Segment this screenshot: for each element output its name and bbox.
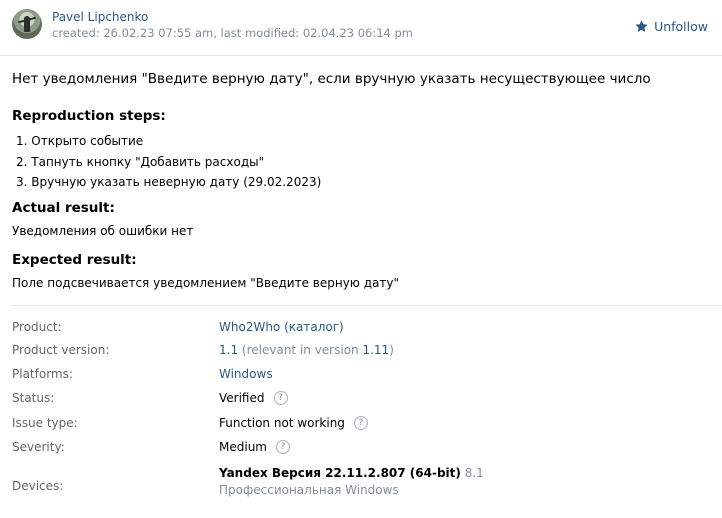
status-label: Status: [12, 391, 55, 405]
version-value: 1.1 (relevant in version 1.11 ) [219, 343, 394, 357]
version-note-prefix: (relevant in version [238, 343, 363, 357]
unfollow-label: Unfollow [654, 19, 708, 34]
platforms-label: Platforms: [12, 367, 73, 381]
status-text: Verified [219, 391, 265, 405]
expected-text: Поле подсвечивается уведомлением "Введит… [12, 276, 399, 290]
divider [12, 305, 722, 306]
status-value: Verified ? [219, 391, 288, 405]
list-item: 2. Тапнуть кнопку "Добавить расходы" [16, 154, 265, 169]
post-header: Pavel Lipchenko created: 26.02.23 07:55 … [0, 0, 722, 56]
question-circle-icon[interactable]: ? [353, 416, 368, 430]
actual-text: Уведомления об ошибки нет [12, 224, 194, 238]
devices-value: Yandex Версия 22.11.2.807 (64-bit) 8.1 П… [219, 465, 559, 499]
steps-list: 1. Открыто событие 2. Тапнуть кнопку "До… [16, 131, 321, 193]
product-link[interactable]: Who2Who (каталог) [219, 320, 344, 334]
post-meta: created: 26.02.23 07:55 am, last modifie… [52, 26, 414, 40]
unfollow-button[interactable]: Unfollow [634, 19, 708, 34]
version-link[interactable]: 1.1 [219, 343, 238, 357]
device-name: Yandex Версия 22.11.2.807 (64-bit) [219, 466, 461, 480]
issue-type-text: Function not working [219, 416, 345, 430]
steps-heading: Reproduction steps: [12, 108, 166, 124]
report-title: Нет уведомления "Введите верную дату", е… [12, 71, 651, 87]
issue-type-value: Function not working ? [219, 416, 368, 430]
question-circle-icon[interactable]: ? [273, 391, 288, 405]
avatar[interactable] [12, 9, 42, 39]
expected-heading: Expected result: [12, 252, 137, 268]
actual-heading: Actual result: [12, 200, 115, 216]
star-icon [635, 20, 648, 32]
product-value[interactable]: Who2Who (каталог) [219, 320, 344, 334]
list-item: 1. Открыто событие [16, 134, 144, 148]
issue-type-label: Issue type: [12, 416, 78, 430]
devices-label: Devices: [12, 479, 64, 493]
list-item: 3. Вручную указать неверную дату (29.02.… [16, 175, 322, 189]
severity-text: Medium [219, 440, 267, 454]
question-circle-icon[interactable]: ? [275, 440, 290, 454]
platforms-value: Windows [219, 367, 273, 381]
severity-label: Severity: [12, 440, 65, 454]
platform-link[interactable]: Windows [219, 367, 273, 381]
product-label: Product: [12, 320, 62, 334]
severity-value: Medium ? [219, 440, 290, 454]
author-name[interactable]: Pavel Lipchenko [52, 10, 148, 24]
version-note-suffix: ) [389, 343, 394, 357]
version-label: Product version: [12, 343, 110, 357]
relevant-version-link[interactable]: 1.11 [362, 343, 389, 357]
